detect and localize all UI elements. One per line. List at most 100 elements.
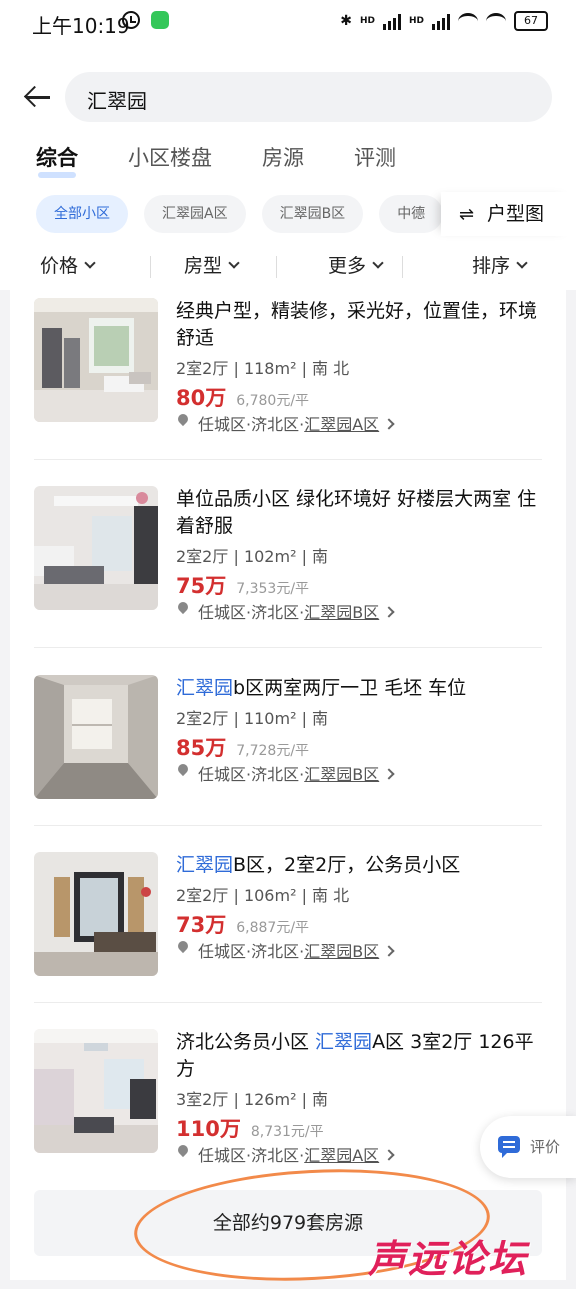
location-community[interactable]: 汇翠园A区: [304, 415, 379, 434]
tab-reviews[interactable]: 评测: [354, 142, 396, 182]
listing-unit-price: 8,731元/平: [250, 1124, 324, 1140]
network-type-label-2: HD: [408, 16, 424, 26]
listing-title: 济北公务员小区 汇翠园A区 3室2厅 126平方: [176, 1029, 544, 1083]
listing-photo: [34, 852, 158, 976]
listing-location[interactable]: 任城区·济北区·汇翠园B区: [175, 938, 544, 962]
listing-location[interactable]: 任城区·济北区·汇翠园A区: [175, 411, 544, 435]
category-tabs: 综合 小区楼盘 房源 评测: [36, 142, 396, 182]
location-area: 济北区: [251, 415, 300, 434]
status-time: 上午10:19: [32, 14, 130, 38]
chip-all[interactable]: 全部小区: [36, 195, 128, 233]
location-community[interactable]: 汇翠园B区: [304, 942, 379, 961]
chevron-right-icon: [383, 768, 395, 780]
chip-area-b[interactable]: 汇翠园B区: [261, 195, 364, 233]
location-district: 任城区: [198, 1146, 247, 1165]
location-community[interactable]: 汇翠园B区: [304, 603, 379, 622]
listing-info: 汇翠园b区两室两厅一卫 毛坯 车位 2室2厅 | 110m² | 南 85万 7,…: [175, 675, 544, 785]
filter-layout[interactable]: 房型: [144, 248, 288, 284]
back-arrow-icon[interactable]: [24, 84, 50, 110]
listing-price-line: 85万 7,728元/平: [176, 732, 544, 760]
listing-location[interactable]: 任城区·济北区·汇翠园B区: [175, 761, 544, 785]
filter-more-label: 更多: [328, 255, 367, 277]
chevron-right-icon: [383, 945, 395, 957]
location-district: 任城区: [198, 603, 247, 622]
listing-price: 85万: [176, 736, 227, 760]
listing-price: 110万: [176, 1117, 241, 1141]
alarm-icon: [122, 11, 140, 29]
title-text: B区，2室2厅，公务员小区: [233, 854, 461, 876]
tab-estates[interactable]: 小区楼盘: [128, 142, 212, 182]
listing-list: 经典户型，精装修，采光好，位置佳，环境舒适 2室2厅 | 118m² | 南 北…: [10, 290, 566, 1280]
title-text: b区两室两厅一卫 毛坯 车位: [233, 677, 467, 699]
tab-overview[interactable]: 综合: [36, 142, 78, 182]
search-input[interactable]: 汇翠园: [65, 72, 552, 122]
listing-info: 汇翠园B区，2室2厅，公务员小区 2室2厅 | 106m² | 南 北 73万 6…: [175, 852, 544, 962]
title-highlight: 汇翠园: [176, 854, 234, 876]
listing-title: 单位品质小区 绿化环境好 好楼层大两室 住着舒服: [176, 486, 544, 540]
listing-location[interactable]: 任城区·济北区·汇翠园B区: [175, 599, 544, 623]
search-row: 汇翠园: [0, 70, 576, 124]
listing-title: 汇翠园B区，2室2厅，公务员小区: [176, 852, 544, 879]
status-bar: 上午10:19 ✱ HD HD 67: [0, 0, 576, 44]
listing-item[interactable]: 单位品质小区 绿化环境好 好楼层大两室 住着舒服 2室2厅 | 102m² | …: [34, 486, 542, 626]
listing-area: 110m²: [243, 709, 297, 728]
filter-sort-label: 排序: [472, 255, 511, 277]
filter-sort[interactable]: 排序: [432, 248, 576, 284]
title-text: 济北公务员小区: [176, 1031, 316, 1053]
listing-specs: 2室2厅 | 106m² | 南 北: [176, 886, 350, 905]
listing-specs: 2室2厅 | 102m² | 南: [176, 547, 329, 566]
filter-divider: [276, 256, 277, 278]
listing-price-line: 80万 6,780元/平: [176, 382, 544, 410]
signal-icon-2: [432, 12, 450, 30]
app-notification-icon: [151, 11, 169, 29]
floor-plan-button[interactable]: ⇌ 户型图: [441, 192, 576, 236]
listing-orientation: 南: [312, 709, 329, 728]
view-all-listings-button[interactable]: 全部约979套房源: [34, 1190, 542, 1256]
chip-zhongde[interactable]: 中德: [379, 195, 444, 233]
location-community[interactable]: 汇翠园B区: [304, 765, 379, 784]
bluetooth-icon: ✱: [340, 13, 352, 29]
listing-rooms: 3室2厅: [176, 1090, 229, 1109]
listing-rooms: 2室2厅: [176, 709, 229, 728]
location-pin-icon: [175, 411, 191, 427]
filter-bar: 价格 房型 更多 排序: [0, 248, 576, 284]
listing-info: 经典户型，精装修，采光好，位置佳，环境舒适 2室2厅 | 118m² | 南 北…: [175, 298, 544, 435]
listing-title: 经典户型，精装修，采光好，位置佳，环境舒适: [176, 298, 544, 352]
listing-photo: [34, 486, 158, 610]
location-pin-icon: [175, 761, 191, 777]
filter-divider: [150, 256, 151, 278]
location-district: 任城区: [198, 765, 247, 784]
location-district: 任城区: [198, 415, 247, 434]
listing-specs: 2室2厅 | 118m² | 南 北: [176, 359, 350, 378]
listing-price: 73万: [176, 913, 227, 937]
filter-price-label: 价格: [40, 255, 79, 277]
listing-info: 单位品质小区 绿化环境好 好楼层大两室 住着舒服 2室2厅 | 102m² | …: [175, 486, 544, 623]
listing-specs: 2室2厅 | 110m² | 南: [176, 709, 329, 728]
listing-rooms: 2室2厅: [176, 359, 229, 378]
filter-more[interactable]: 更多: [288, 248, 432, 284]
network-type-label: HD: [359, 16, 375, 26]
listing-item[interactable]: 经典户型，精装修，采光好，位置佳，环境舒适 2室2厅 | 118m² | 南 北…: [34, 298, 542, 438]
signal-icon: [382, 12, 401, 30]
listing-title: 汇翠园b区两室两厅一卫 毛坯 车位: [176, 675, 544, 702]
listing-item[interactable]: 汇翠园B区，2室2厅，公务员小区 2室2厅 | 106m² | 南 北 73万 6…: [34, 852, 542, 976]
listing-photo: [34, 1029, 158, 1153]
filter-price[interactable]: 价格: [0, 248, 144, 284]
wifi-icon-2: [486, 12, 506, 30]
listing-item[interactable]: 汇翠园b区两室两厅一卫 毛坯 车位 2室2厅 | 110m² | 南 85万 7,…: [34, 675, 542, 799]
review-fab[interactable]: 评价: [480, 1116, 576, 1178]
listing-item[interactable]: 济北公务员小区 汇翠园A区 3室2厅 126平方 3室2厅 | 126m² | …: [34, 1029, 542, 1169]
listing-orientation: 南: [312, 547, 329, 566]
listing-price: 80万: [176, 386, 227, 410]
review-fab-label: 评价: [530, 1138, 561, 1156]
tab-listings[interactable]: 房源: [262, 142, 304, 182]
chevron-right-icon: [383, 1149, 395, 1161]
location-community[interactable]: 汇翠园A区: [304, 1146, 379, 1165]
chevron-down-icon: [372, 257, 384, 269]
chip-area-a[interactable]: 汇翠园A区: [144, 195, 246, 233]
battery-icon: 67: [514, 11, 548, 31]
chevron-down-icon: [228, 257, 240, 269]
listing-unit-price: 7,353元/平: [236, 581, 310, 597]
listing-specs: 3室2厅 | 126m² | 南: [176, 1090, 329, 1109]
title-text: 单位品质小区 绿化环境好 好楼层大两室 住着舒服: [176, 488, 537, 537]
